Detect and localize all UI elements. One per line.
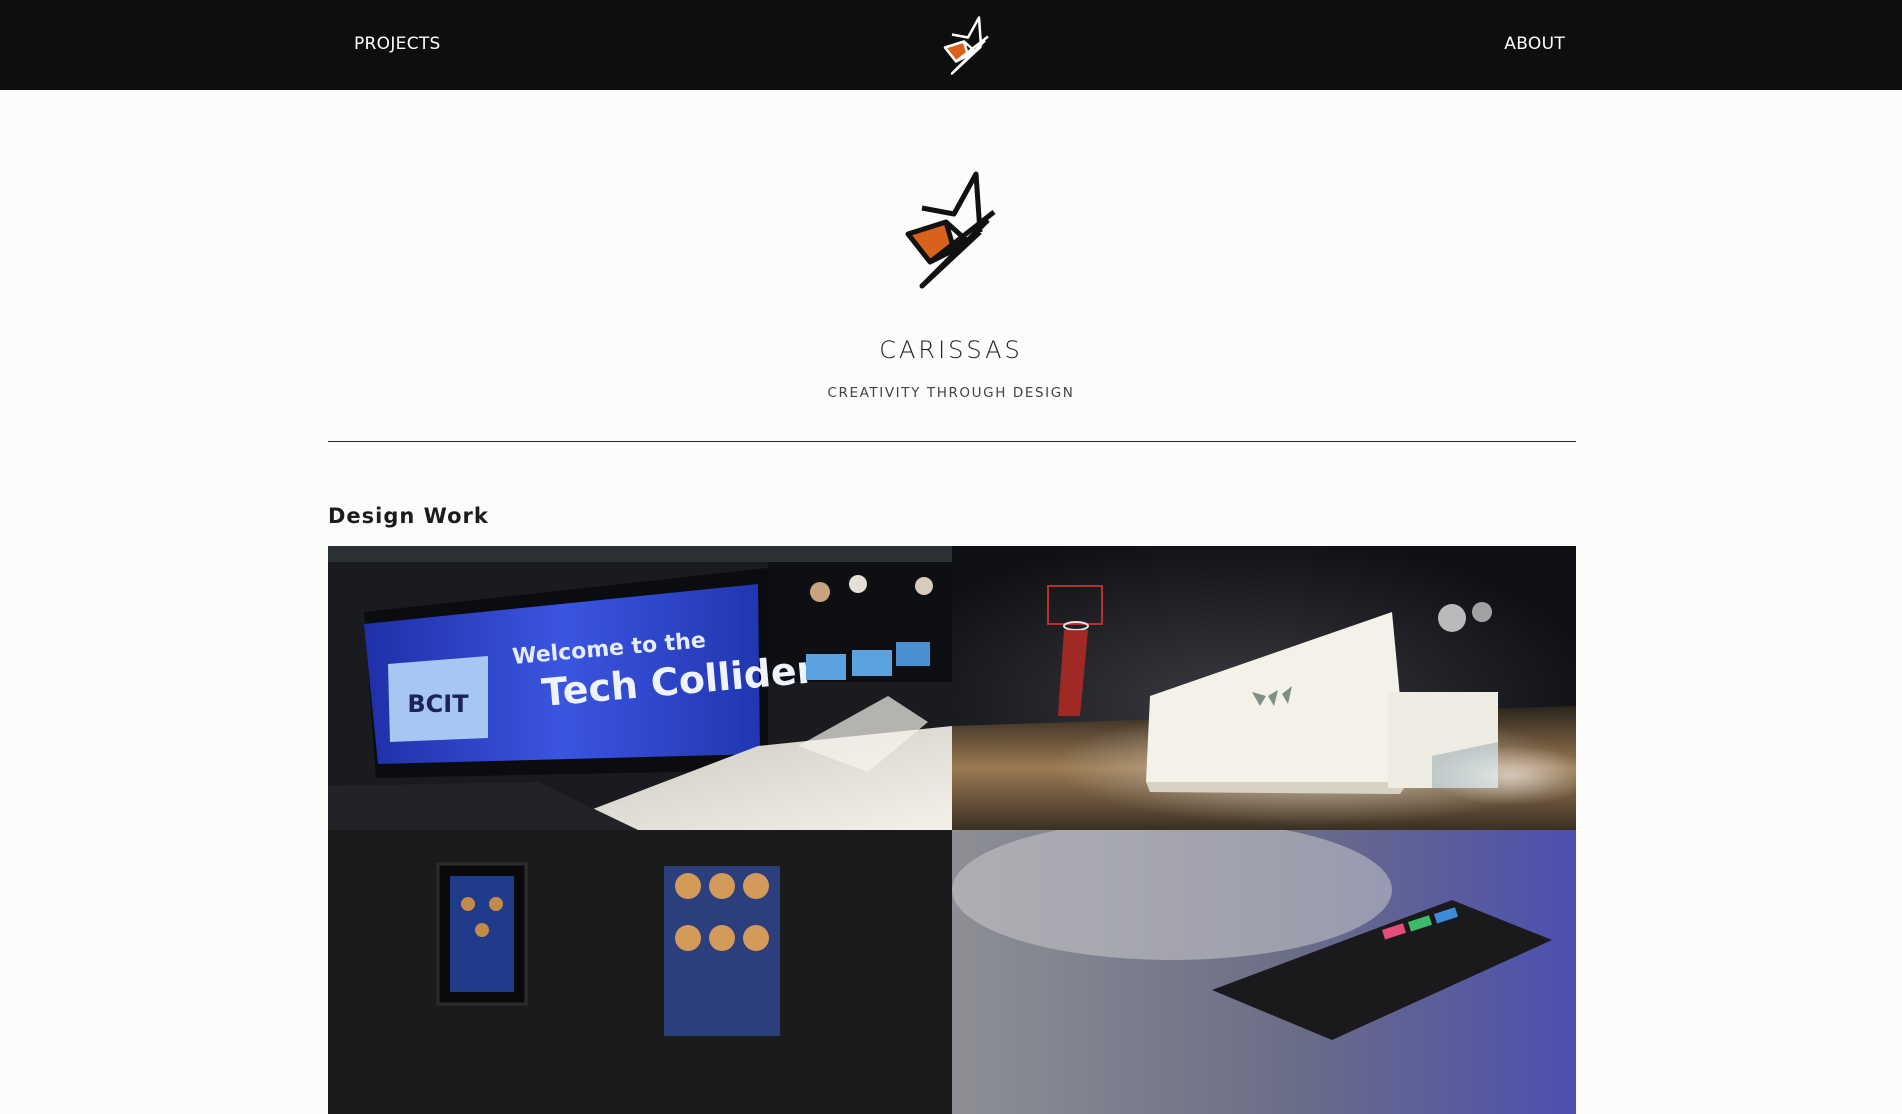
- project-grid: BCIT Welcome to the Tech Collider: [328, 546, 1576, 1114]
- nav-projects-link[interactable]: PROJECTS: [354, 34, 441, 54]
- project-image-pedals: [328, 830, 952, 1114]
- project-tile-tech-collider[interactable]: BCIT Welcome to the Tech Collider: [328, 546, 952, 830]
- brand-title: CARISSAS: [879, 336, 1023, 364]
- nav-about-link[interactable]: ABOUT: [1504, 34, 1565, 54]
- project-tile-court-card[interactable]: [952, 546, 1576, 830]
- brand-tagline: CREATIVITY THROUGH DESIGN: [827, 385, 1075, 401]
- carissas-logo-icon[interactable]: [942, 14, 994, 76]
- project-tile-pedals[interactable]: [328, 830, 952, 1114]
- tile-logo-text: BCIT: [407, 690, 469, 718]
- project-tile-print[interactable]: [952, 830, 1576, 1114]
- project-image-court-card: [952, 546, 1576, 830]
- project-image-print: [952, 830, 1576, 1114]
- section-title: Design Work: [328, 504, 489, 528]
- top-navigation-bar: PROJECTS ABOUT: [0, 0, 1902, 90]
- project-image-tech-collider: BCIT Welcome to the Tech Collider: [328, 546, 952, 830]
- section-divider: [328, 441, 1576, 442]
- carissas-logo-icon: [905, 171, 996, 289]
